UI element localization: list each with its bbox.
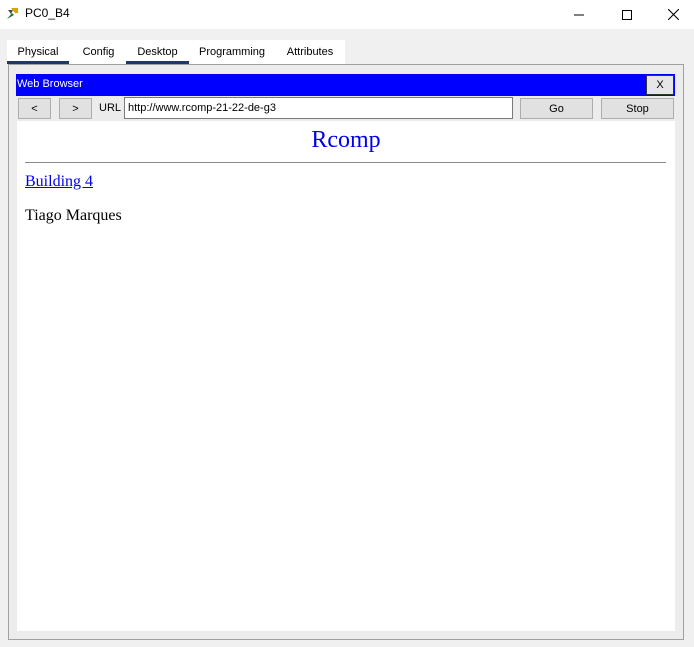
maximize-button[interactable] <box>604 0 650 29</box>
horizontal-rule <box>25 162 666 163</box>
stop-button[interactable]: Stop <box>601 98 674 119</box>
forward-button[interactable]: > <box>59 98 92 119</box>
tab-desktop[interactable]: Desktop <box>126 40 189 64</box>
web-page-viewport: Rcomp Building 4 Tiago Marques <box>17 121 675 631</box>
tab-config[interactable]: Config <box>71 40 126 64</box>
page-heading: Rcomp <box>311 127 381 153</box>
maximize-icon <box>622 9 632 20</box>
window-title: PC0_B4 <box>25 6 70 20</box>
tab-attributes[interactable]: Attributes <box>275 40 345 64</box>
building-link[interactable]: Building 4 <box>25 173 93 191</box>
minimize-icon <box>574 14 584 15</box>
url-input[interactable] <box>124 97 513 119</box>
url-label: URL <box>99 102 122 114</box>
app-icon <box>6 6 20 20</box>
close-button[interactable] <box>650 0 694 29</box>
page-author-text: Tiago Marques <box>25 207 122 224</box>
web-browser-titlebar: Web Browser X <box>16 74 675 96</box>
tab-physical[interactable]: Physical <box>7 40 69 64</box>
web-browser-close-button[interactable]: X <box>646 75 674 95</box>
window-titlebar: PC0_B4 <box>0 0 694 29</box>
close-icon <box>667 9 679 20</box>
web-browser-title: Web Browser <box>17 78 83 90</box>
tab-bar: Physical Config Desktop Programming Attr… <box>7 40 345 64</box>
tab-programming[interactable]: Programming <box>191 40 273 64</box>
back-button[interactable]: < <box>18 98 51 119</box>
go-button[interactable]: Go <box>520 98 593 119</box>
minimize-button[interactable] <box>556 0 602 29</box>
